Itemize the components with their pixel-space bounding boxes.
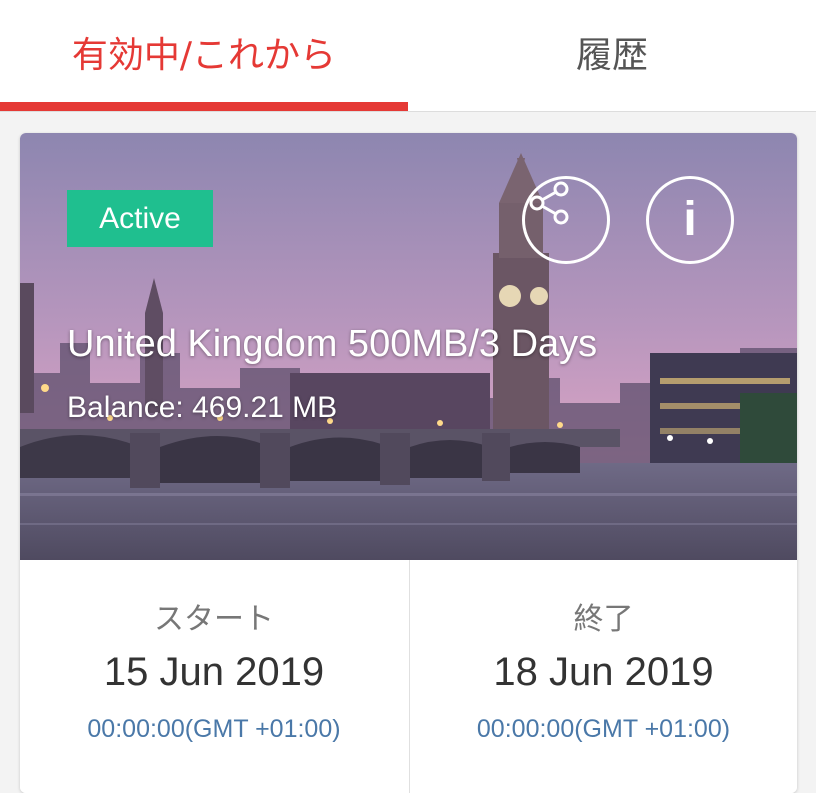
plan-card[interactable]: Active i United Kingdom 500MB/3 Days Bal… (20, 133, 797, 793)
date-section: スタート 15 Jun 2019 00:00:00(GMT +01:00) 終了… (20, 560, 797, 793)
start-time: 00:00:00(GMT +01:00) (87, 715, 341, 743)
start-label: スタート (154, 602, 274, 637)
end-date: 18 Jun 2019 (493, 650, 714, 694)
tab-history[interactable]: 履歴 (408, 0, 816, 112)
tab-indicator (0, 102, 408, 111)
balance-text: Balance: 469.21 MB (67, 391, 338, 424)
info-button[interactable]: i (646, 176, 734, 264)
start-date: 15 Jun 2019 (103, 650, 325, 694)
plan-name: United Kingdom 500MB/3 Days (67, 323, 598, 365)
share-icon (529, 181, 569, 225)
end-time: 00:00:00(GMT +01:00) (476, 715, 731, 743)
tab-active-upcoming[interactable]: 有効中/これから (0, 0, 408, 112)
tab-bar: 有効中/これから 履歴 (0, 0, 816, 112)
end-label: 終了 (573, 602, 634, 637)
hero-image: Active i United Kingdom 500MB/3 Days Bal… (20, 133, 797, 560)
status-badge: Active (67, 190, 213, 247)
info-icon: i (683, 193, 697, 246)
end-date-column: 終了 18 Jun 2019 00:00:00(GMT +01:00) (409, 560, 797, 793)
start-date-column: スタート 15 Jun 2019 00:00:00(GMT +01:00) (20, 560, 408, 793)
share-button[interactable] (522, 176, 610, 264)
